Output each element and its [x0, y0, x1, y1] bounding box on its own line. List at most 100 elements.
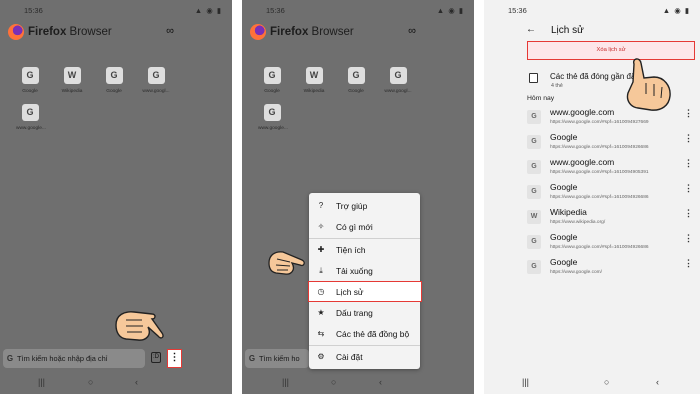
private-mode-icon[interactable]: ∞ — [166, 25, 174, 37]
address-placeholder: Tìm kiếm hoặc nhập địa chỉ — [17, 354, 108, 363]
recents-icon[interactable]: ||| — [38, 377, 45, 387]
brand-bold: Firefox — [270, 26, 309, 38]
favicon-icon: G — [527, 260, 541, 274]
recents-icon[interactable]: ||| — [522, 377, 529, 387]
download-icon: ⤓ — [319, 265, 323, 275]
section-today: Hôm nay — [527, 95, 555, 102]
history-item[interactable]: W Wikipedia https://www.wikipedia.org/ ⋮ — [527, 206, 700, 231]
top-site-tile[interactable]: G Google — [16, 67, 44, 94]
menu-item-bookmarks[interactable]: ★ Dấu trang — [309, 302, 420, 323]
top-sites: G Google W Wikipedia G Google Gwww.googl...… — [16, 67, 186, 131]
history-title: Google — [550, 182, 578, 192]
more-options-icon[interactable]: ⋮ — [684, 183, 693, 194]
menu-item-label: Có gì mới — [336, 221, 373, 232]
menu-item-label: Dấu trang — [336, 307, 373, 318]
menu-item-label: Cài đặt — [336, 351, 363, 362]
menu-item-label: Trợ giúp — [336, 200, 368, 211]
history-url: https://www.wikipedia.org/ — [550, 220, 606, 225]
private-mode-icon[interactable]: ∞ — [408, 25, 416, 37]
top-site-tile[interactable]: G Google — [258, 67, 286, 94]
closed-tabs-count: 4 thẻ — [551, 83, 563, 89]
history-url: https://www.google.com/#spf=161009492668… — [550, 195, 649, 200]
address-bar[interactable]: G Tìm kiếm hoặc nhập địa chỉ — [3, 349, 145, 368]
favicon-icon: G — [527, 235, 541, 249]
back-arrow-icon[interactable]: ← — [526, 24, 536, 35]
more-options-icon[interactable]: ⋮ — [684, 158, 693, 169]
phone-menu: 15:36 ▲ ◉ ▮ Firefox Browser ∞ G Google WW… — [242, 0, 474, 394]
phone-home: 15:36 ▲ ◉ ▮ Firefox Browser ∞ G Google WW… — [0, 0, 232, 394]
history-title: www.google.com — [550, 157, 615, 167]
tab-counter-icon[interactable]: :D — [151, 352, 161, 363]
top-site-tile[interactable]: W Wikipedia — [58, 67, 86, 94]
more-options-icon[interactable]: ⋮ — [684, 133, 693, 144]
menu-item-addons[interactable]: ✚ Tiện ích — [309, 239, 420, 260]
back-nav-icon[interactable]: ‹ — [135, 377, 138, 387]
favicon-icon: G — [527, 185, 541, 199]
android-nav-bar: ||| ○ ‹ — [242, 377, 474, 389]
favicon-icon: G — [21, 67, 39, 84]
android-nav-bar: ||| ○ ‹ — [484, 377, 700, 389]
top-site-tile[interactable]: G Google — [342, 67, 370, 94]
status-time: 15:36 — [266, 6, 285, 15]
menu-item-synced-tabs[interactable]: ⇆ Các thẻ đã đồng bộ — [309, 323, 420, 344]
recents-icon[interactable]: ||| — [282, 377, 289, 387]
status-bar: 15:36 ▲ ◉ ▮ — [0, 4, 232, 16]
history-title: Google — [550, 132, 578, 142]
history-item[interactable]: G Google https://www.google.com/ ⋮ — [527, 256, 700, 281]
tile-label: Google — [264, 89, 280, 94]
top-site-tile[interactable]: W Wikipedia — [300, 67, 328, 94]
status-icons: ▲ ◉ ▮ — [436, 6, 464, 15]
more-options-icon[interactable]: ⋮ — [684, 233, 693, 244]
history-title: Google — [550, 232, 578, 242]
favicon-icon: G — [527, 110, 541, 124]
status-icons: ▲ ◉ ▮ — [662, 6, 690, 15]
star-icon: ★ — [317, 308, 325, 317]
brand-rest: Browser — [308, 26, 354, 38]
top-site-tile[interactable]: Gwww.google... — [258, 104, 288, 131]
top-sites: G Google W Wikipedia G Google Gwww.googl...… — [258, 67, 428, 131]
menu-item-help[interactable]: ? Trợ giúp — [309, 195, 420, 216]
favicon-icon: G — [105, 67, 123, 84]
home-icon[interactable]: ○ — [331, 377, 336, 387]
history-header: ← Lịch sử — [484, 22, 700, 40]
tile-label: www.googl... — [384, 89, 412, 94]
menu-item-history[interactable]: ◷ Lịch sử — [308, 281, 422, 302]
status-time: 15:36 — [508, 6, 527, 15]
top-site-tile[interactable]: G Google — [100, 67, 128, 94]
history-item[interactable]: G Google https://www.google.com/#spf=16100… — [527, 231, 700, 256]
menu-item-whats-new[interactable]: ✧ Có gì mới — [309, 216, 420, 237]
more-options-icon[interactable]: ⋮ — [684, 258, 693, 269]
history-title: Google — [550, 257, 578, 267]
history-item[interactable]: G Google https://www.google.com/#spf=16100… — [527, 131, 700, 156]
top-site-tile[interactable]: Gwww.google... — [16, 104, 46, 131]
favicon-icon: G — [147, 67, 165, 84]
favicon-icon: W — [305, 67, 323, 84]
top-site-tile[interactable]: Gwww.googl... — [384, 67, 412, 94]
history-item[interactable]: Gwww.google.com https://www.google.com/#s… — [527, 156, 700, 181]
firefox-logo-icon — [8, 24, 24, 40]
tile-label: www.googl... — [142, 89, 170, 94]
status-icons: ▲ ◉ ▮ — [194, 6, 222, 15]
tile-label: Wikipedia — [61, 89, 83, 94]
address-placeholder: Tìm kiếm ho — [259, 354, 300, 363]
menu-item-settings[interactable]: ⚙ Cài đặt — [309, 346, 420, 367]
browser-menu: ? Trợ giúp ✧ Có gì mới ✚ Tiện ích ⤓ Tải xuốn… — [308, 193, 422, 369]
tile-label: www.google... — [16, 126, 46, 131]
history-item[interactable]: G Google https://www.google.com/#spf=16100… — [527, 181, 700, 206]
address-bar[interactable]: G Tìm kiếm ho — [245, 349, 309, 368]
pointing-hand-icon — [626, 58, 671, 111]
sync-icon: ⇆ — [317, 329, 325, 338]
home-icon[interactable]: ○ — [604, 377, 609, 387]
menu-button[interactable]: ⋮ — [167, 349, 182, 368]
history-url: https://www.google.com/#spf=161009492668… — [550, 145, 649, 150]
back-nav-icon[interactable]: ‹ — [656, 377, 659, 387]
top-site-tile[interactable]: Gwww.googl... — [142, 67, 170, 94]
back-nav-icon[interactable]: ‹ — [379, 377, 382, 387]
search-engine-icon: G — [248, 354, 256, 363]
more-options-icon[interactable]: ⋮ — [684, 208, 693, 219]
more-options-icon[interactable]: ⋮ — [684, 108, 693, 119]
clock-icon: ◷ — [317, 287, 325, 296]
menu-item-downloads[interactable]: ⤓ Tải xuống — [309, 260, 420, 281]
menu-item-label: Lịch sử — [336, 286, 364, 297]
home-icon[interactable]: ○ — [88, 377, 93, 387]
